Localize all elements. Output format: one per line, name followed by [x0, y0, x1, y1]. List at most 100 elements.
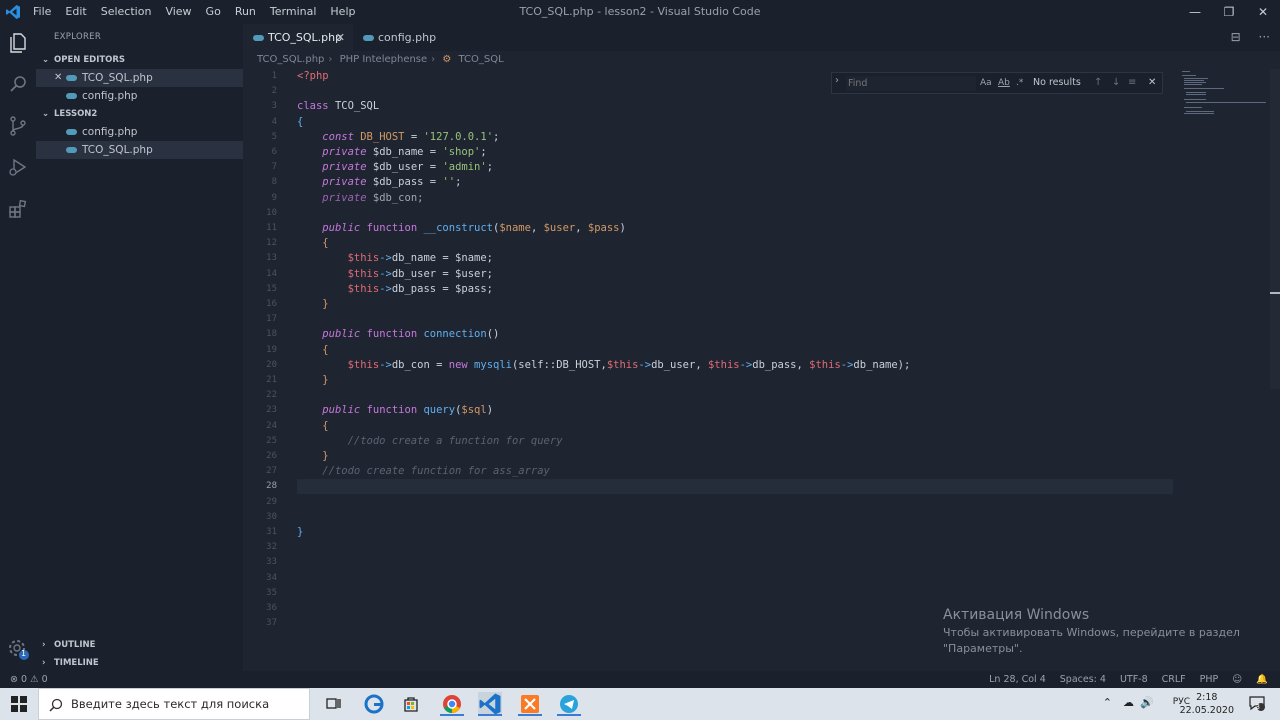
windows-start-icon[interactable]: [0, 688, 38, 720]
match-whole-word-toggle[interactable]: Ab: [998, 76, 1010, 91]
notification-count: 3: [1255, 703, 1260, 711]
close-window-button[interactable]: ✕: [1246, 0, 1280, 24]
project-file-config[interactable]: config.php: [36, 123, 243, 141]
file-name: config.php: [82, 126, 138, 138]
line-number: 3: [271, 101, 277, 112]
code-editor[interactable]: 1 2 3 4 5 6 7 8 9 10 11 12 13 14 15 16 17 18 19 20 21 22 23 24 2…: [243, 69, 1280, 671]
next-match-icon[interactable]: ↓: [1112, 73, 1120, 93]
line-number: 30: [266, 511, 277, 522]
watermark-title: Активация Windows: [943, 607, 1090, 623]
volume-icon[interactable]: 🔊: [1140, 696, 1154, 709]
status-right: Ln 28, Col 4 Spaces: 4 UTF-8 CRLF PHP ☺ …: [975, 671, 1268, 688]
xampp-icon[interactable]: [518, 692, 542, 716]
search-icon[interactable]: [6, 72, 30, 96]
cursor-position[interactable]: Ln 28, Col 4: [989, 671, 1046, 688]
telegram-icon[interactable]: [557, 692, 581, 716]
project-folder-header[interactable]: ⌄ LESSON2: [36, 105, 243, 123]
code-line: $this->db_pass = $pass;: [347, 282, 493, 295]
project-file-tco-sql[interactable]: TCO_SQL.php: [36, 141, 243, 159]
chevron-down-icon: ⌄: [42, 109, 50, 119]
open-editors-header[interactable]: ⌄ OPEN EDITORS: [36, 51, 243, 69]
breadcrumb-class[interactable]: TCO_SQL: [459, 54, 504, 65]
more-actions-icon[interactable]: ···: [1259, 30, 1270, 44]
chevron-right-icon: ›: [42, 658, 46, 668]
close-find-icon[interactable]: ✕: [1148, 73, 1156, 93]
code-line: public function query($sql): [322, 404, 494, 417]
php-file-icon: [66, 129, 77, 135]
menu-bar: File Edit Selection View Go Run Terminal…: [26, 0, 362, 24]
chevron-down-icon: ⌄: [42, 55, 50, 65]
menu-help[interactable]: Help: [323, 0, 362, 24]
line-number: 15: [266, 283, 277, 294]
line-number: 37: [266, 618, 277, 629]
chevron-up-icon[interactable]: ⌃: [1103, 696, 1112, 709]
tab-label: config.php: [378, 31, 437, 44]
menu-selection[interactable]: Selection: [94, 0, 159, 24]
breadcrumb-separator-icon: ›: [431, 54, 436, 65]
line-number: 10: [266, 207, 277, 218]
line-number: 14: [266, 268, 277, 279]
vscode-taskbar-icon[interactable]: [478, 692, 502, 716]
find-widget: › Aa Ab .* No results ↑ ↓ ≡ ✕: [831, 72, 1163, 94]
feedback-icon[interactable]: ☺: [1232, 671, 1242, 688]
task-view-icon[interactable]: [322, 692, 346, 716]
problems-indicator[interactable]: ⊗ 0 ⚠ 0: [10, 671, 48, 688]
outline-header[interactable]: › OUTLINE: [36, 636, 243, 654]
notifications-bell-icon[interactable]: 🔔: [1256, 671, 1268, 688]
taskbar-clock[interactable]: 2:18 22.05.2020: [1180, 691, 1234, 717]
menu-edit[interactable]: Edit: [58, 0, 93, 24]
source-control-icon[interactable]: [6, 114, 30, 138]
vscode-logo-icon: [0, 0, 26, 24]
split-editor-icon[interactable]: ⊟: [1231, 30, 1241, 44]
chevron-right-icon[interactable]: ›: [835, 75, 839, 86]
edge-browser-icon[interactable]: [362, 692, 386, 716]
find-input[interactable]: [846, 76, 976, 91]
code-line: {: [322, 343, 329, 356]
code-line: private $db_pass = '';: [322, 176, 462, 189]
taskbar-search[interactable]: Введите здесь текст для поиска: [38, 688, 310, 720]
menu-file[interactable]: File: [26, 0, 58, 24]
regex-toggle[interactable]: .*: [1016, 76, 1023, 91]
encoding[interactable]: UTF-8: [1120, 671, 1148, 688]
breadcrumb: TCO_SQL.php › PHP Intelephense › ⚙ TCO_SQL: [243, 51, 1280, 69]
line-number: 18: [266, 329, 277, 340]
code-line: }: [322, 374, 329, 386]
editor-scrollbar[interactable]: [1270, 69, 1280, 389]
menu-run[interactable]: Run: [228, 0, 263, 24]
menu-view[interactable]: View: [158, 0, 198, 24]
chrome-icon[interactable]: [440, 692, 464, 716]
minimize-button[interactable]: —: [1178, 0, 1212, 24]
breadcrumb-file[interactable]: TCO_SQL.php: [257, 54, 324, 65]
explorer-title: EXPLORER: [54, 32, 102, 42]
close-icon[interactable]: ✕: [54, 69, 62, 87]
find-in-selection-icon[interactable]: ≡: [1128, 73, 1136, 93]
tab-config[interactable]: config.php: [353, 24, 449, 51]
tab-tco-sql[interactable]: TCO_SQL.php ✕: [243, 24, 353, 51]
run-debug-icon[interactable]: [6, 155, 30, 179]
minimap[interactable]: [1178, 69, 1270, 119]
open-editor-tco-sql[interactable]: ✕ TCO_SQL.php: [36, 69, 243, 87]
explorer-icon[interactable]: [6, 31, 30, 55]
indentation[interactable]: Spaces: 4: [1060, 671, 1106, 688]
php-file-icon: [363, 35, 374, 41]
line-number: 35: [266, 587, 277, 598]
tab-close-icon[interactable]: ✕: [336, 24, 345, 51]
language-mode[interactable]: PHP: [1200, 671, 1219, 688]
code-line: //todo create function for ass_array: [322, 465, 550, 478]
maximize-button[interactable]: ❐: [1212, 0, 1246, 24]
menu-go[interactable]: Go: [199, 0, 228, 24]
timeline-header[interactable]: › TIMELINE: [36, 654, 243, 672]
previous-match-icon[interactable]: ↑: [1094, 73, 1102, 93]
line-number: 29: [266, 496, 277, 507]
settings-badge: 1: [21, 649, 27, 658]
open-editor-config[interactable]: config.php: [36, 87, 243, 105]
match-case-toggle[interactable]: Aa: [980, 76, 992, 91]
menu-terminal[interactable]: Terminal: [263, 0, 324, 24]
store-icon[interactable]: [399, 692, 423, 716]
extensions-icon[interactable]: [6, 197, 30, 221]
line-ending[interactable]: CRLF: [1162, 671, 1186, 688]
network-icon[interactable]: ☁: [1123, 696, 1134, 709]
breadcrumb-lang[interactable]: PHP Intelephense: [340, 54, 428, 65]
settings-gear-icon[interactable]: 1: [6, 637, 30, 661]
line-number: 4: [271, 116, 277, 127]
